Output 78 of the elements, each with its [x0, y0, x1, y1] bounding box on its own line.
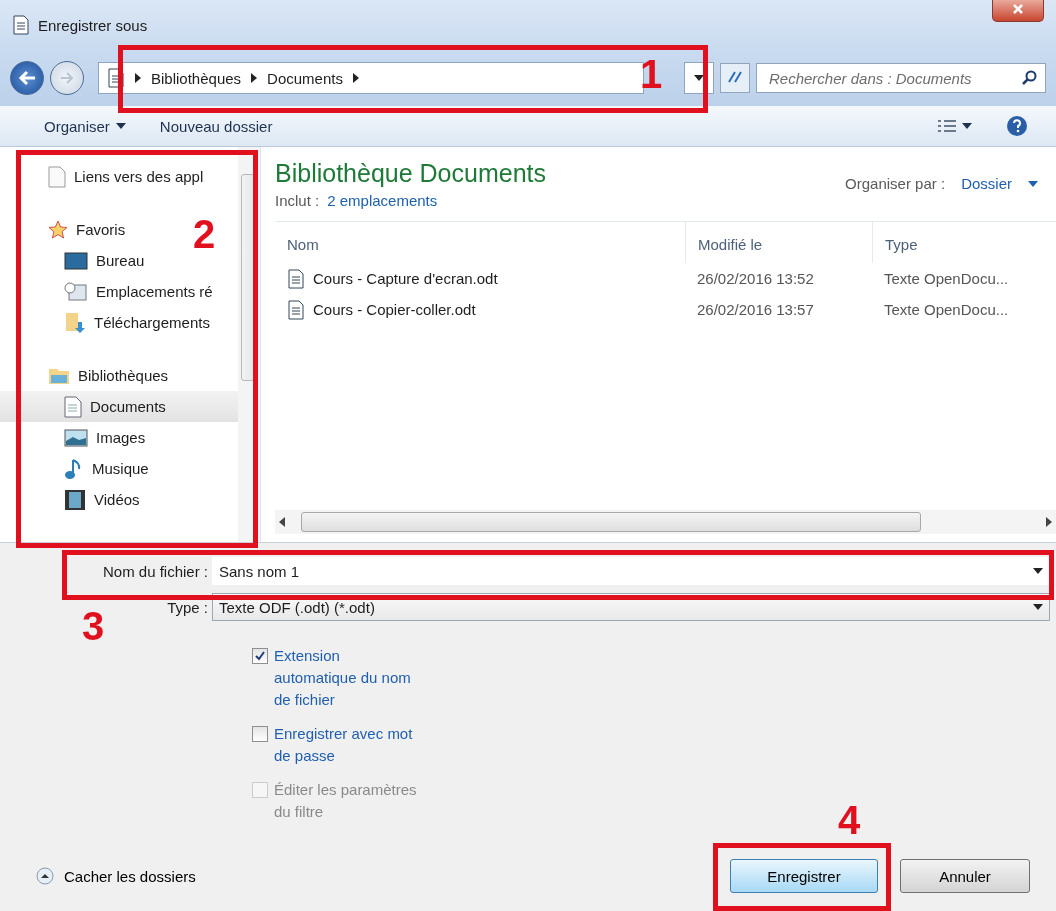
caret-icon: [1028, 180, 1038, 187]
monitor-icon: [64, 251, 88, 270]
close-icon: [1012, 3, 1024, 15]
checkbox-label[interactable]: Extension automatique du nom de fichier: [274, 645, 424, 711]
document-icon: [12, 15, 30, 35]
annotation-number: 2: [193, 212, 216, 257]
back-arrow-icon: [18, 70, 36, 86]
hide-folders-button[interactable]: Cacher les dossiers: [36, 867, 196, 885]
help-icon: [1006, 115, 1028, 137]
window-title: Enregistrer sous: [38, 16, 148, 34]
document-icon: [64, 395, 82, 418]
dropdown-arrow-icon: [1033, 604, 1043, 610]
filename-field[interactable]: Sans nom 1: [212, 557, 1050, 585]
checkbox[interactable]: [252, 648, 268, 664]
annotation-number: 3: [82, 604, 105, 649]
scroll-right-icon[interactable]: [1046, 517, 1052, 527]
checkbox[interactable]: [252, 726, 268, 742]
dropdown-arrow-icon: [694, 75, 704, 81]
search-field[interactable]: Rechercher dans : Documents: [756, 63, 1046, 93]
check-icon: [255, 651, 265, 661]
column-header[interactable]: Modifié le: [685, 222, 872, 263]
sidebar-item[interactable]: Favoris: [0, 214, 132, 245]
chevron-icon: [251, 73, 258, 83]
breadcrumb[interactable]: Bibliothèques: [151, 69, 242, 87]
type-label: Type :: [166, 598, 208, 616]
sidebar-item[interactable]: Liens vers des appl: [0, 161, 210, 192]
annotation-number: 4: [838, 798, 861, 843]
filename-value: Sans nom 1: [219, 562, 300, 580]
cell-text: Cours - Capture d'ecran.odt: [313, 270, 498, 287]
filename-label: Nom du fichier :: [101, 562, 208, 580]
star-icon: [48, 219, 68, 240]
column-header[interactable]: Nom: [275, 222, 685, 263]
caret-icon: [115, 123, 126, 129]
sidebar-item[interactable]: Bibliothèques: [0, 360, 175, 391]
document-icon: [287, 268, 305, 289]
forward-button[interactable]: [50, 61, 84, 95]
sidebar-item[interactable]: Documents: [0, 391, 238, 422]
close-button[interactable]: [992, 0, 1044, 22]
forward-arrow-icon: [60, 72, 74, 84]
cell-text: 26/02/2016 13:57: [697, 301, 814, 318]
arrange-dropdown[interactable]: Dossier: [961, 175, 1012, 192]
scrollbar-thumb[interactable]: [301, 512, 921, 532]
back-button[interactable]: [10, 61, 44, 95]
cell-text: Texte OpenDocu...: [884, 301, 1009, 318]
sidebar-item[interactable]: Vidéos: [0, 484, 146, 515]
arrange-label: Organiser par :: [845, 175, 946, 192]
cell-text: 26/02/2016 13:52: [697, 270, 814, 287]
column-header[interactable]: Type: [872, 222, 1056, 263]
document-icon: [287, 299, 305, 320]
library-title: Bibliothèque Documents: [275, 159, 546, 188]
film-icon: [64, 488, 86, 511]
toolbar-button[interactable]: Organiser: [44, 113, 126, 139]
toolbar-button[interactable]: Nouveau dossier: [159, 113, 273, 139]
sidebar-item[interactable]: Téléchargements: [0, 307, 216, 338]
scroll-left-icon[interactable]: [279, 517, 285, 527]
download-folder-icon: [64, 311, 86, 334]
list-view-icon: [938, 119, 956, 133]
sidebar-item[interactable]: Musique: [0, 453, 155, 484]
locations-link[interactable]: 2 emplacements: [327, 192, 438, 209]
cell-text: Cours - Copier-coller.odt: [313, 301, 476, 318]
includes-label: Inclut :: [275, 192, 320, 209]
checkbox-label[interactable]: Enregistrer avec mot de passe: [274, 723, 424, 767]
search-icon: [1022, 70, 1038, 86]
cell-text: Texte OpenDocu...: [884, 270, 1009, 287]
breadcrumb[interactable]: Documents: [267, 69, 343, 87]
chevron-icon: [352, 73, 359, 83]
sidebar-item[interactable]: Emplacements ré: [0, 276, 219, 307]
blank-page-icon: [48, 165, 66, 188]
dialog-button[interactable]: Enregistrer: [730, 859, 878, 893]
sidebar-item[interactable]: Images: [0, 422, 152, 453]
recent-places-icon: [64, 281, 88, 302]
picture-icon: [64, 428, 88, 447]
caret-icon: [962, 123, 972, 129]
sidebar-item[interactable]: Bureau: [0, 245, 151, 276]
type-value: Texte ODF (.odt) (*.odt): [219, 598, 375, 616]
dropdown-arrow-icon: [1033, 568, 1043, 574]
dialog-button[interactable]: Annuler: [900, 859, 1030, 893]
chevron-icon: [135, 73, 141, 83]
